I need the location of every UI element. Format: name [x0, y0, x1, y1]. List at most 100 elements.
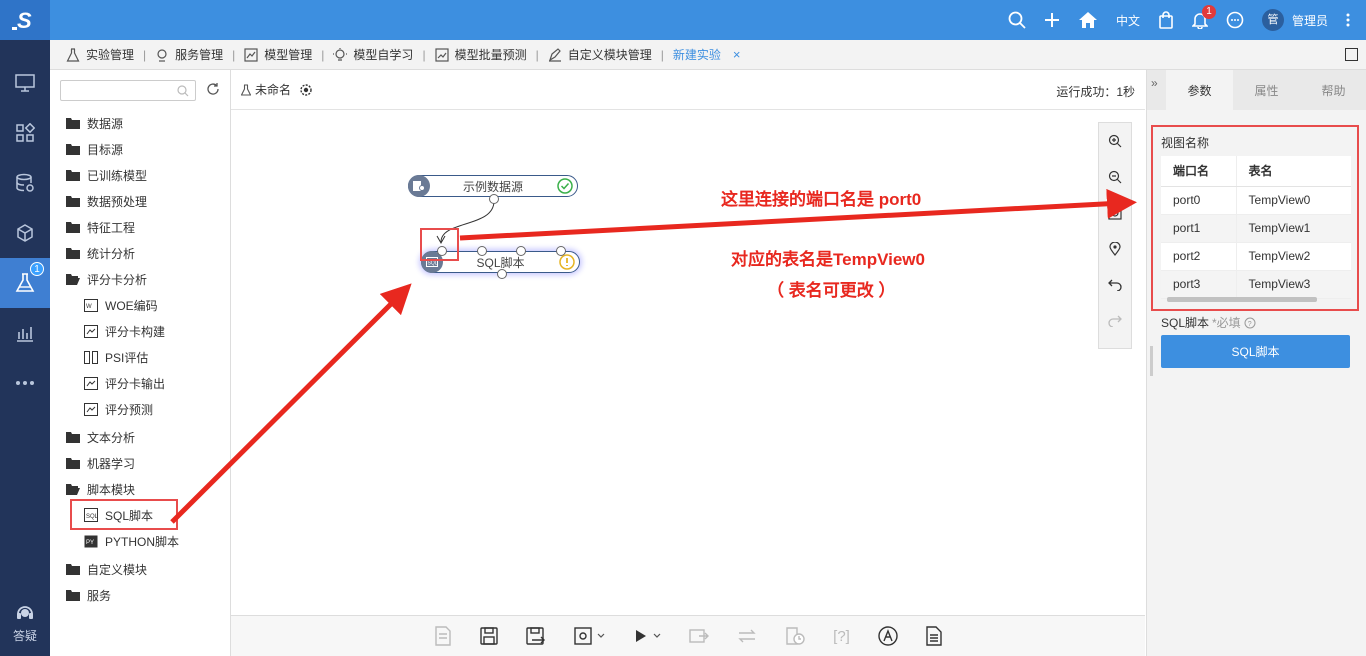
folder-icon [66, 590, 80, 601]
top-notifications[interactable]: 1 [1191, 5, 1216, 29]
toolbar-schedule-button[interactable] [785, 626, 805, 646]
tab-service-mgmt[interactable]: 服务管理 [155, 46, 223, 63]
refresh-icon[interactable] [206, 82, 220, 96]
notification-badge: 1 [1201, 5, 1216, 19]
toolbar-settings-button[interactable] [574, 627, 605, 645]
tree-folder[interactable]: 机器学习 [50, 450, 231, 476]
toolbar-doc-button[interactable] [434, 626, 452, 646]
maximize-icon[interactable] [1345, 48, 1358, 61]
kebab-icon [1346, 13, 1350, 27]
top-add[interactable] [1044, 12, 1060, 28]
experiment-name[interactable]: 未命名 [255, 81, 291, 98]
tree-leaf[interactable]: 评分卡输出 [50, 370, 231, 396]
logo-icon: S [12, 8, 32, 33]
python-script-icon: PY [84, 535, 98, 547]
redo-button[interactable] [1099, 303, 1131, 339]
annotation-port-name: 这里连接的端口名是 port0 [721, 190, 922, 209]
toolbar-save-button[interactable] [480, 627, 498, 645]
user-menu[interactable]: 管 管理员 [1261, 9, 1328, 31]
close-icon[interactable]: × [733, 47, 741, 62]
tree-folder[interactable]: 统计分析 [50, 240, 231, 266]
experiment-icon [15, 273, 35, 292]
tree-leaf-python[interactable]: PY PYTHON脚本 [50, 528, 231, 554]
tab-params[interactable]: 参数 [1166, 70, 1233, 110]
toolbar-help-button[interactable]: [?] [833, 628, 850, 645]
highlight-box-sql-tree [70, 499, 178, 530]
output-port[interactable] [489, 194, 499, 204]
top-messages[interactable] [1226, 11, 1244, 29]
toolbar-save-as-button[interactable] [526, 627, 546, 645]
tree-list: 数据源 目标源 已训练模型 数据预处理 特征工程 统计分析 评分卡分析 W WOE… [50, 110, 231, 608]
language-switch[interactable]: 中文 [1116, 12, 1140, 29]
input-port-1[interactable] [477, 246, 487, 256]
tab-model-selflearn[interactable]: 模型自学习 [333, 46, 413, 63]
tree-label: 机器学习 [87, 456, 136, 471]
tab-attributes[interactable]: 属性 [1233, 70, 1300, 110]
sql-label-text: SQL脚本 [1161, 316, 1210, 330]
tree-leaf[interactable]: W WOE编码 [50, 292, 231, 318]
sql-script-button[interactable]: SQL脚本 [1161, 335, 1350, 368]
toolbar-report-button[interactable] [926, 626, 942, 646]
locate-button[interactable] [1099, 231, 1131, 267]
tree-folder[interactable]: 已训练模型 [50, 162, 231, 188]
rail-cubes[interactable] [0, 208, 50, 258]
top-home[interactable] [1078, 11, 1098, 29]
folder-open-icon [66, 274, 80, 285]
zoom-out-button[interactable] [1099, 159, 1131, 195]
play-icon [636, 630, 647, 642]
tab-new-experiment[interactable]: 新建实验 × [673, 46, 741, 63]
tab-custom-module[interactable]: 自定义模块管理 [548, 46, 652, 63]
canvas-side-toolbar [1098, 122, 1132, 349]
tab-batch-predict[interactable]: 模型批量预测 [434, 46, 527, 63]
rail-apps[interactable] [0, 108, 50, 158]
toolbar-run-button[interactable] [633, 629, 661, 643]
tab-help[interactable]: 帮助 [1300, 70, 1366, 110]
tree-label: 脚本模块 [87, 482, 136, 497]
fit-view-button[interactable] [1099, 195, 1131, 231]
tree-leaf[interactable]: 评分卡构建 [50, 318, 231, 344]
tree-search-input[interactable] [60, 80, 196, 101]
settings-icon[interactable] [299, 83, 313, 97]
tree-folder[interactable]: 文本分析 [50, 424, 231, 450]
warning-icon [559, 254, 575, 270]
tree-folder[interactable]: 数据预处理 [50, 188, 231, 214]
experiment-canvas[interactable]: 未命名 运行成功：1秒 示例数据源 SQL SQL脚本 这里连接的端口名是 po… [231, 70, 1145, 656]
rail-database[interactable] [0, 158, 50, 208]
flask-icon [66, 47, 80, 62]
toolbar-sync-button[interactable] [737, 628, 757, 644]
tab-experiment-mgmt[interactable]: 实验管理 [66, 46, 134, 63]
tab-label: 自定义模块管理 [567, 48, 652, 62]
chevron-down-icon [597, 633, 605, 638]
tree-folder[interactable]: 自定义模块 [50, 556, 231, 582]
rail-chart[interactable] [0, 308, 50, 358]
top-search[interactable] [1008, 11, 1026, 29]
tab-separator: | [535, 47, 539, 62]
tree-folder[interactable]: 服务 [50, 582, 231, 608]
rail-more[interactable] [0, 358, 50, 408]
tab-separator: | [143, 47, 147, 62]
tree-label: 已训练模型 [87, 168, 148, 183]
top-kebab[interactable] [1346, 13, 1350, 27]
undo-button[interactable] [1099, 267, 1131, 303]
collapse-icon[interactable]: » [1151, 76, 1158, 90]
tree-folder[interactable]: 目标源 [50, 136, 231, 162]
panel-resize-handle[interactable] [1150, 346, 1153, 376]
rail-experiment[interactable]: 1 [0, 258, 50, 308]
tree-folder[interactable]: 特征工程 [50, 214, 231, 240]
app-logo[interactable]: S [0, 0, 50, 40]
tree-folder-open[interactable]: 评分卡分析 [50, 266, 231, 292]
tab-model-mgmt[interactable]: 模型管理 [244, 46, 312, 63]
question-icon[interactable]: ? [1244, 317, 1256, 329]
top-bag[interactable] [1158, 11, 1174, 29]
zoom-in-button[interactable] [1099, 123, 1131, 159]
tree-leaf[interactable]: PSI评估 [50, 344, 231, 370]
toolbar-font-button[interactable] [878, 626, 898, 646]
tree-leaf[interactable]: 评分预测 [50, 396, 231, 422]
tree-folder[interactable]: 数据源 [50, 110, 231, 136]
rail-monitor[interactable] [0, 58, 50, 108]
help-entry[interactable]: 答疑 [0, 603, 50, 644]
input-port-2[interactable] [516, 246, 526, 256]
node-output-port[interactable] [497, 269, 507, 279]
toolbar-deploy-button[interactable] [689, 627, 710, 645]
input-port-3[interactable] [556, 246, 566, 256]
